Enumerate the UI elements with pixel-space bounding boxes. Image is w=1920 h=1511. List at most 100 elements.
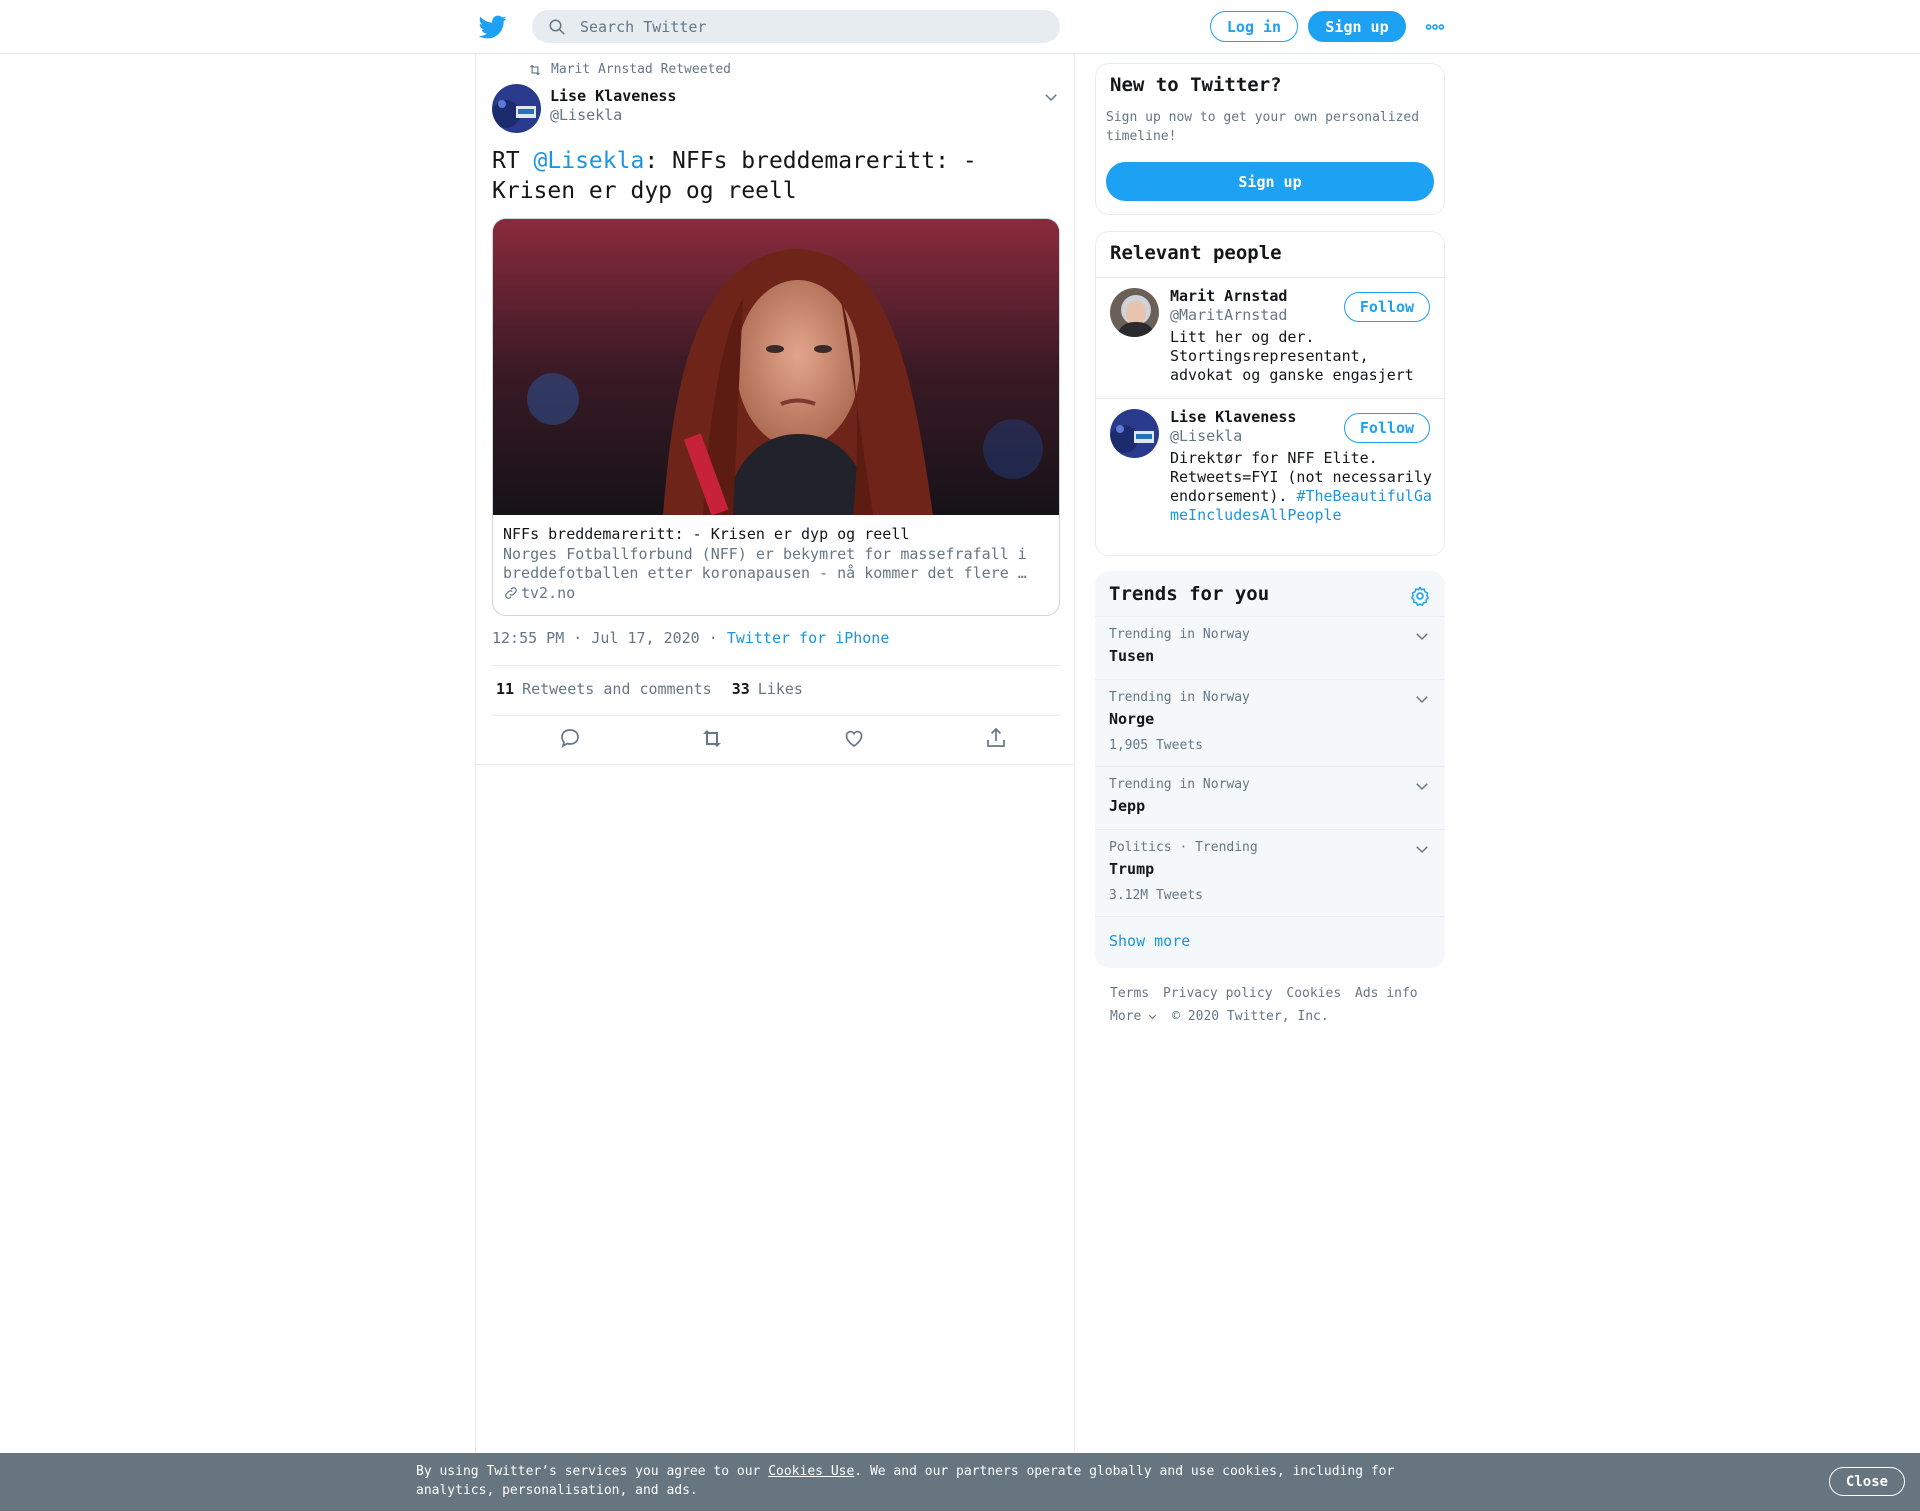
trend-context: Politics · Trending [1109, 840, 1258, 855]
search-bar[interactable] [532, 10, 1060, 43]
author-name[interactable]: Lise Klaveness [550, 87, 676, 105]
reply-icon[interactable] [558, 726, 582, 750]
tweet-time[interactable]: 12:55 PM · Jul 17, 2020 [492, 629, 700, 647]
tweet-source-link[interactable]: Twitter for iPhone [727, 629, 890, 647]
relevant-people-panel: Relevant people Marit Arnstad @MaritArns… [1095, 231, 1445, 556]
signup-button[interactable]: Sign up [1308, 11, 1406, 42]
new-to-twitter-panel: New to Twitter? Sign up now to get your … [1095, 63, 1445, 215]
cookie-text: By using Twitter’s services you agree to… [416, 1462, 1416, 1500]
chevron-down-icon [1149, 1014, 1157, 1020]
footer-cookies-link[interactable]: Cookies [1286, 986, 1341, 1001]
person-avatar[interactable] [1110, 409, 1159, 458]
search-icon [549, 19, 565, 34]
divider [476, 764, 1074, 765]
footer-links: Terms Privacy policy Cookies Ads info Mo… [1110, 982, 1440, 1028]
footer-ads-link[interactable]: Ads info [1355, 986, 1418, 1001]
twitter-bird-icon[interactable] [479, 13, 507, 41]
person-name[interactable]: Marit Arnstad [1170, 287, 1287, 305]
retweet-context: Marit Arnstad Retweeted [528, 62, 731, 77]
tweet-text-prefix: RT [492, 148, 534, 174]
author-handle[interactable]: @Lisekla [550, 106, 622, 124]
likes-stat[interactable]: 33 Likes [732, 680, 803, 698]
tweet-mention-link[interactable]: @Lisekla [534, 148, 645, 174]
trend-name[interactable]: Trump [1109, 860, 1154, 878]
trend-item[interactable]: Trending in Norway Norge 1,905 Tweets [1095, 680, 1445, 766]
chevron-down-icon[interactable] [1413, 840, 1431, 858]
trend-count: 3.12M Tweets [1109, 888, 1203, 903]
person-handle[interactable]: @Lisekla [1170, 427, 1242, 445]
tweet-timestamp: 12:55 PM · Jul 17, 2020 · Twitter for iP… [492, 629, 889, 647]
card-description: Norges Fotballforbund (NFF) er bekymret … [503, 545, 1027, 582]
new-to-twitter-text: Sign up now to get your own personalized… [1106, 110, 1420, 144]
follow-button[interactable]: Follow [1344, 413, 1430, 443]
retweeted-by-label[interactable]: Marit Arnstad Retweeted [551, 62, 731, 77]
gear-icon[interactable] [1409, 585, 1431, 607]
sidebar-signup-button[interactable]: Sign up [1106, 162, 1434, 201]
person-bio: Litt her og der. Stortingsrepresentant, … [1170, 328, 1414, 384]
person-bio: Direktør for NFF Elite. Retweets=FYI (no… [1170, 449, 1432, 525]
new-to-twitter-title: New to Twitter? [1110, 74, 1282, 96]
card-domain-text: tv2.no [521, 584, 576, 602]
tweet-stats: 11 Retweets and comments 33 Likes [496, 680, 823, 698]
card-meta: NFFs breddemareritt: - Krisen er dyp og … [503, 524, 1049, 603]
trend-item[interactable]: Politics · Trending Trump 3.12M Tweets [1095, 830, 1445, 916]
chevron-down-icon[interactable] [1042, 88, 1060, 106]
likes-label: Likes [757, 680, 803, 698]
trend-name[interactable]: Tusen [1109, 647, 1154, 665]
trends-panel: Trends for you Trending in Norway Tusen … [1095, 571, 1445, 968]
close-button[interactable]: Close [1829, 1467, 1905, 1496]
person-item[interactable]: Marit Arnstad @MaritArnstad Follow Litt … [1096, 278, 1444, 398]
footer-more-label: More [1110, 1009, 1142, 1024]
card-image [493, 219, 1059, 515]
footer-copyright: © 2020 Twitter, Inc. [1172, 1009, 1329, 1024]
footer-terms-link[interactable]: Terms [1110, 986, 1149, 1001]
show-more-link[interactable]: Show more [1109, 932, 1190, 950]
person-handle[interactable]: @MaritArnstad [1170, 306, 1287, 324]
retweet-icon[interactable] [700, 726, 724, 750]
retweets-count: 11 [496, 680, 515, 698]
more-options-icon[interactable] [1424, 16, 1446, 38]
cookies-use-link[interactable]: Cookies Use [768, 1464, 854, 1479]
trend-item[interactable]: Trending in Norway Jepp [1095, 767, 1445, 829]
divider [492, 665, 1060, 666]
trend-context: Trending in Norway [1109, 690, 1250, 705]
link-icon [505, 587, 517, 599]
relevant-people-title: Relevant people [1110, 242, 1282, 264]
tweet-actions [492, 726, 1060, 762]
trend-name[interactable]: Norge [1109, 710, 1154, 728]
chevron-down-icon[interactable] [1413, 627, 1431, 645]
retweets-label: Retweets and comments [522, 680, 712, 698]
top-header: Log in Sign up [0, 0, 1920, 54]
person-avatar[interactable] [1110, 288, 1159, 337]
chevron-down-icon[interactable] [1413, 777, 1431, 795]
footer-more-link[interactable]: More [1110, 1009, 1158, 1024]
chevron-down-icon[interactable] [1413, 690, 1431, 708]
tweet-text: RT @Lisekla: NFFs breddemareritt: - Kris… [492, 146, 1052, 206]
cookie-banner: By using Twitter’s services you agree to… [0, 1453, 1920, 1511]
tweet-column: Marit Arnstad Retweeted Lise Klaveness @… [475, 54, 1075, 1454]
footer-privacy-link[interactable]: Privacy policy [1163, 986, 1273, 1001]
author-avatar[interactable] [492, 84, 541, 133]
trends-title: Trends for you [1109, 583, 1270, 605]
divider [1095, 916, 1445, 917]
heart-icon[interactable] [842, 726, 866, 750]
trend-context: Trending in Norway [1109, 627, 1250, 642]
trend-count: 1,905 Tweets [1109, 738, 1203, 753]
link-card[interactable]: NFFs breddemareritt: - Krisen er dyp og … [492, 218, 1060, 616]
trend-context: Trending in Norway [1109, 777, 1250, 792]
card-title: NFFs breddemareritt: - Krisen er dyp og … [503, 525, 910, 543]
divider [492, 715, 1060, 716]
person-name[interactable]: Lise Klaveness [1170, 408, 1296, 426]
trend-name[interactable]: Jepp [1109, 797, 1145, 815]
search-input[interactable] [580, 17, 1040, 36]
trend-item[interactable]: Trending in Norway Tusen [1095, 617, 1445, 679]
login-button[interactable]: Log in [1210, 11, 1298, 42]
person-item[interactable]: Lise Klaveness @Lisekla Follow Direktør … [1096, 399, 1444, 555]
follow-button[interactable]: Follow [1344, 292, 1430, 322]
likes-count: 33 [731, 680, 750, 698]
retweet-icon [529, 64, 541, 75]
retweets-stat[interactable]: 11 Retweets and comments [496, 680, 712, 698]
card-domain: tv2.no [503, 583, 1049, 603]
share-icon[interactable] [984, 726, 1008, 750]
cookie-text-before: By using Twitter’s services you agree to… [416, 1464, 769, 1479]
